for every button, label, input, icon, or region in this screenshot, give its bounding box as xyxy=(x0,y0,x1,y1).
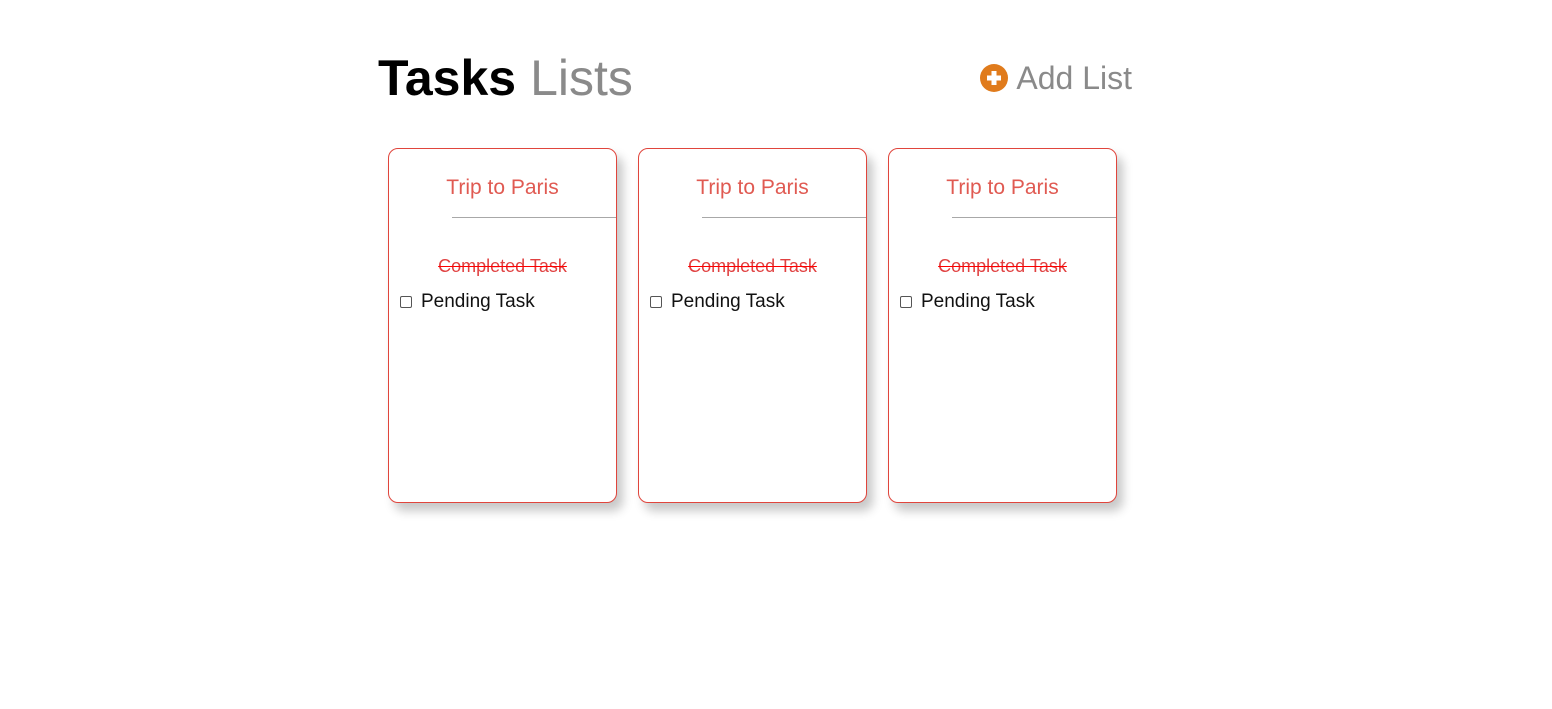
list-card[interactable]: Trip to Paris Completed Task Pending Tas… xyxy=(638,148,867,503)
completed-task[interactable]: Completed Task xyxy=(639,255,866,277)
list-title-divider xyxy=(702,217,866,218)
list-title[interactable]: Trip to Paris xyxy=(639,175,866,201)
pending-task-label: Pending Task xyxy=(921,291,1035,312)
task-checkbox[interactable] xyxy=(400,296,412,308)
plus-circle-icon xyxy=(980,64,1009,92)
page-title: Tasks Lists xyxy=(378,48,633,108)
page-title-strong: Tasks xyxy=(378,50,517,106)
completed-task[interactable]: Completed Task xyxy=(389,255,616,277)
add-list-button[interactable]: Add List xyxy=(980,61,1132,95)
list-card[interactable]: Trip to Paris Completed Task Pending Tas… xyxy=(888,148,1117,503)
add-list-label: Add List xyxy=(1016,60,1132,96)
task-checkbox[interactable] xyxy=(650,296,662,308)
list-title-divider xyxy=(452,217,616,218)
task-checkbox[interactable] xyxy=(900,296,912,308)
pending-task: Pending Task xyxy=(400,290,535,314)
page-header: Tasks Lists Add List xyxy=(378,48,1132,108)
pending-task-label: Pending Task xyxy=(421,291,535,312)
pending-task: Pending Task xyxy=(900,290,1035,314)
pending-task-label: Pending Task xyxy=(671,291,785,312)
page-title-light: Lists xyxy=(530,50,633,106)
pending-task: Pending Task xyxy=(650,290,785,314)
list-title[interactable]: Trip to Paris xyxy=(889,175,1116,201)
list-card[interactable]: Trip to Paris Completed Task Pending Tas… xyxy=(388,148,617,503)
completed-task[interactable]: Completed Task xyxy=(889,255,1116,277)
list-title-divider xyxy=(952,217,1116,218)
list-title[interactable]: Trip to Paris xyxy=(389,175,616,201)
lists-container: Trip to Paris Completed Task Pending Tas… xyxy=(388,148,1117,503)
